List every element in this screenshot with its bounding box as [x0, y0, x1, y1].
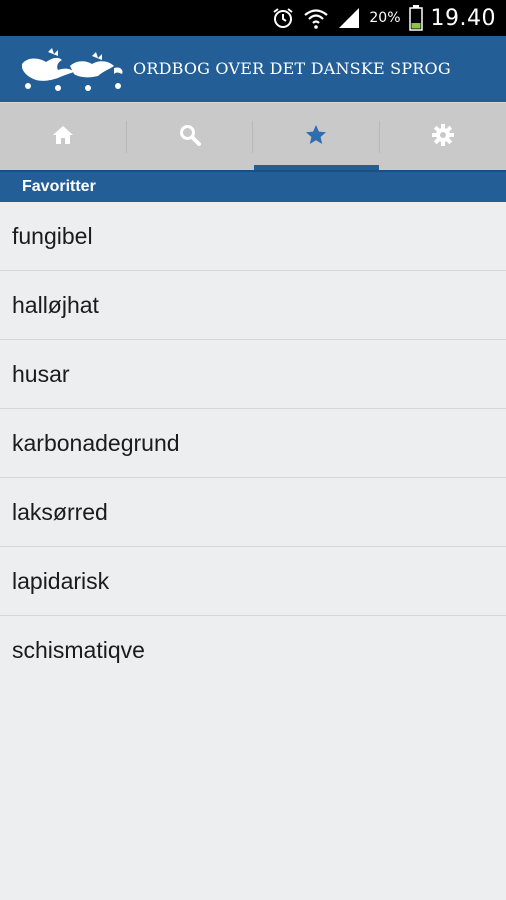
tab-search[interactable] — [127, 103, 254, 171]
section-header: Favoritter — [0, 170, 506, 202]
list-item[interactable]: fungibel — [0, 202, 506, 271]
list-item-label: lapidarisk — [12, 567, 110, 594]
tab-home[interactable] — [0, 103, 127, 171]
list-item[interactable]: halløjhat — [0, 271, 506, 340]
tab-favorites[interactable] — [253, 103, 380, 171]
list-item[interactable]: husar — [0, 340, 506, 409]
list-item-label: schismatiqve — [12, 637, 145, 663]
star-icon — [304, 123, 328, 152]
app-title: ORDBOG OVER DET DANSKE SPROG — [133, 59, 451, 78]
list-item-label: fungibel — [12, 222, 93, 249]
list-item-label: halløjhat — [12, 291, 99, 318]
list-item[interactable]: karbonadegrund — [0, 409, 506, 478]
list-item-label: laksørred — [12, 498, 108, 525]
home-icon — [52, 124, 74, 151]
signal-icon — [337, 6, 361, 30]
list-item[interactable]: laksørred — [0, 478, 506, 547]
battery-icon — [408, 5, 423, 31]
list-item-label: husar — [12, 360, 70, 387]
status-bar: 20% 19.40 — [0, 0, 506, 36]
favorites-list: fungibel halløjhat husar karbonadegrund … — [0, 202, 506, 685]
danish-lions-logo — [18, 46, 130, 94]
tab-settings[interactable] — [380, 103, 506, 171]
search-icon — [178, 123, 202, 152]
list-item[interactable]: schismatiqve — [0, 616, 506, 685]
gear-icon — [431, 123, 455, 152]
wifi-icon — [303, 6, 329, 30]
battery-percent: 20% — [369, 10, 401, 26]
alarm-icon — [271, 6, 295, 30]
section-title: Favoritter — [22, 178, 96, 195]
list-item[interactable]: lapidarisk — [0, 547, 506, 616]
clock: 19.40 — [430, 5, 496, 31]
app-header: ORDBOG OVER DET DANSKE SPROG — [0, 36, 506, 102]
tab-bar — [0, 102, 506, 171]
list-item-label: karbonadegrund — [12, 429, 180, 456]
